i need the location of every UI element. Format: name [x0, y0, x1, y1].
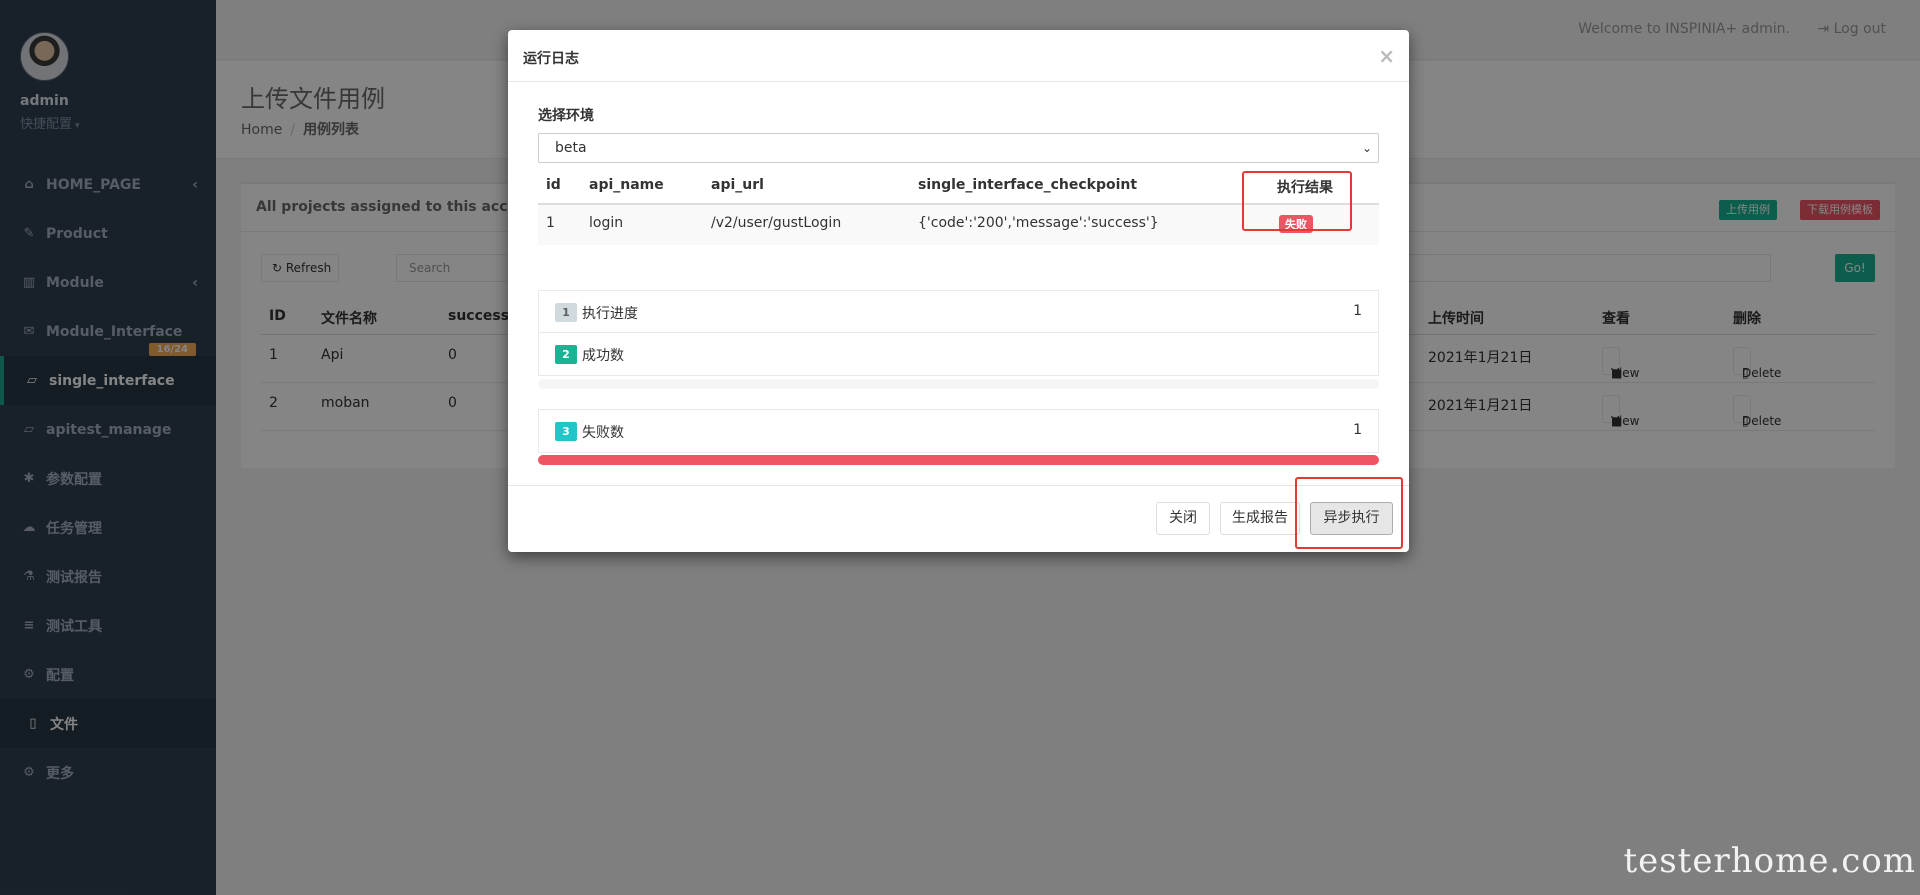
list-label: 执行进度: [582, 306, 638, 322]
cell-api-url: /v2/user/gustLogin: [711, 215, 842, 231]
col-api-url: api_url: [711, 177, 764, 193]
success-progress-bar: [538, 379, 1379, 389]
list-item: 3 失败数 1: [539, 410, 1378, 452]
list-number-badge: 1: [555, 303, 577, 322]
list-label: 成功数: [582, 348, 624, 364]
cell-id: 1: [546, 215, 555, 231]
modal-title: 运行日志: [523, 51, 579, 67]
run-log-modal: 运行日志 × 选择环境 beta ⌄ id api_name api_url si…: [508, 30, 1409, 552]
cell-api-name: login: [589, 215, 624, 231]
col-checkpoint: single_interface_checkpoint: [918, 177, 1138, 193]
generate-report-button[interactable]: 生成报告: [1220, 502, 1300, 535]
watermark: testerhome.com: [1623, 841, 1916, 881]
modal-header: 运行日志 ×: [508, 30, 1409, 82]
list-value: 1: [1353, 422, 1362, 438]
env-select[interactable]: beta ⌄: [538, 133, 1379, 163]
progress-list: 1 执行进度 1 2 成功数: [538, 290, 1379, 376]
highlight-box-result: [1242, 171, 1352, 231]
list-value: 1: [1353, 303, 1362, 319]
list-number-badge: 3: [555, 422, 577, 441]
highlight-box-async-run: [1295, 477, 1403, 549]
col-id: id: [546, 177, 561, 193]
list-label: 失败数: [582, 425, 624, 441]
cell-checkpoint: {'code':'200','message':'success'}: [918, 215, 1159, 231]
modal-body: 选择环境 beta ⌄ id api_name api_url single_in…: [538, 83, 1379, 465]
chevron-down-icon: ⌄: [1361, 141, 1372, 155]
col-api-name: api_name: [589, 177, 664, 193]
env-label: 选择环境: [538, 108, 594, 124]
list-number-badge: 2: [555, 345, 577, 364]
list-item: 1 执行进度 1: [539, 291, 1378, 333]
result-table: id api_name api_url single_interface_che…: [538, 169, 1379, 245]
fail-list: 3 失败数 1: [538, 409, 1379, 453]
list-item: 2 成功数: [539, 333, 1378, 375]
close-button[interactable]: 关闭: [1156, 502, 1210, 535]
close-icon[interactable]: ×: [1378, 44, 1395, 68]
env-selected-value: beta: [555, 140, 587, 156]
modal-footer: 关闭 生成报告 异步执行: [508, 477, 1409, 552]
fail-progress-fill: [538, 455, 1379, 465]
fail-progress-bar: [538, 455, 1379, 465]
